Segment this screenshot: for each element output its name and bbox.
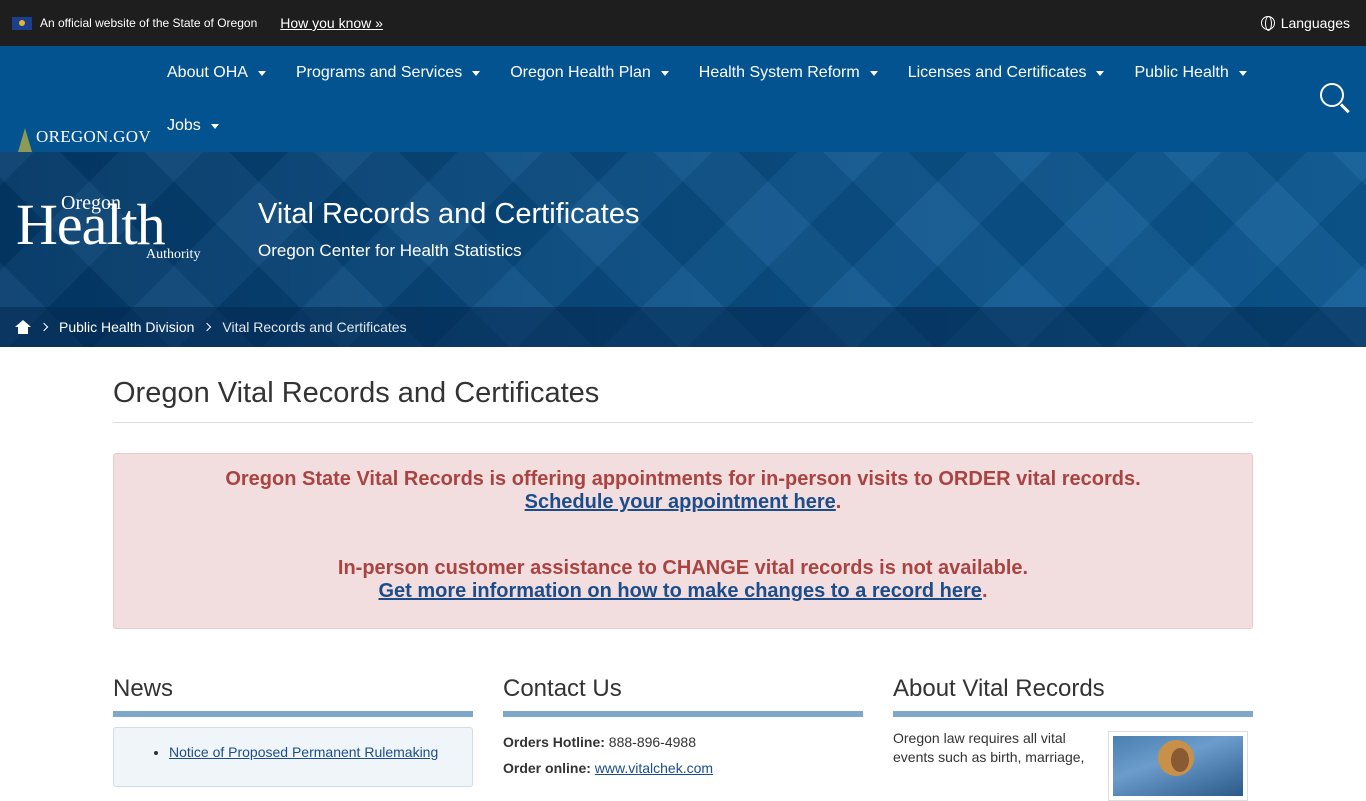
alert-link-row-2: Get more information on how to make chan… <box>134 580 1232 603</box>
change-record-info-link[interactable]: Get more information on how to make chan… <box>378 580 981 602</box>
nav-item-about-oha[interactable]: About OHA <box>152 46 281 99</box>
period: . <box>835 491 842 513</box>
oregon-gov-logo-text: OREGON.GOV <box>36 127 151 146</box>
main-navigation: OREGON.GOV About OHA Programs and Servic… <box>0 46 1366 158</box>
about-column: About Vital Records Oregon law requires … <box>893 675 1253 801</box>
nav-item-licenses-and-certificates[interactable]: Licenses and Certificates <box>893 46 1120 99</box>
page-banner: Oregon Health Authority Vital Records an… <box>0 152 1366 347</box>
search-icon-handle <box>1340 103 1350 114</box>
nav-menu: About OHA Programs and Services Oregon H… <box>152 46 1272 152</box>
orders-hotline-row: Orders Hotline: 888-896-4988 <box>503 729 863 755</box>
official-text: An official website of the State of Oreg… <box>40 16 258 30</box>
nav-item-label: Health System Reform <box>698 63 860 81</box>
about-photo <box>1108 731 1248 801</box>
nav-item-public-health[interactable]: Public Health <box>1119 46 1261 99</box>
nav-item-label: Jobs <box>167 116 201 134</box>
caret-down-icon <box>472 71 481 76</box>
home-icon[interactable] <box>15 320 31 334</box>
chevron-right-icon <box>39 322 49 332</box>
nav-item-label: About OHA <box>167 63 248 81</box>
official-banner: An official website of the State of Oreg… <box>0 0 1366 46</box>
news-list-box: Notice of Proposed Permanent Rulemaking <box>113 727 473 787</box>
globe-icon <box>1260 16 1275 31</box>
list-item: Notice of Proposed Permanent Rulemaking <box>169 744 456 760</box>
person-photo <box>1113 736 1243 796</box>
contact-details: Orders Hotline: 888-896-4988 Order onlin… <box>503 729 863 781</box>
about-heading: About Vital Records <box>893 675 1253 717</box>
order-online-row: Order online: www.vitalchek.com <box>503 755 863 781</box>
logo-health-text: Health <box>16 192 166 257</box>
nav-item-label: Public Health <box>1134 63 1229 81</box>
banner-title: Vital Records and Certificates <box>258 198 640 230</box>
alert-line-change: In-person customer assistance to CHANGE … <box>337 557 1029 579</box>
news-list: Notice of Proposed Permanent Rulemaking <box>169 744 456 760</box>
nav-item-label: Licenses and Certificates <box>907 63 1087 81</box>
alert-link-row-1: Schedule your appointment here. <box>134 491 1232 514</box>
logo-authority-text: Authority <box>146 247 201 262</box>
alert-box: Oregon State Vital Records is offering a… <box>113 453 1253 629</box>
breadcrumb: Public Health Division Vital Records and… <box>0 307 1366 347</box>
oregon-flag-icon <box>12 16 32 30</box>
caret-down-icon <box>257 71 266 76</box>
news-column: News Notice of Proposed Permanent Rulema… <box>113 675 473 787</box>
vitalchek-link[interactable]: www.vitalchek.com <box>595 760 713 776</box>
page-title: Oregon Vital Records and Certificates <box>113 347 1253 423</box>
official-notice: An official website of the State of Oreg… <box>12 15 383 31</box>
caret-down-icon <box>1096 71 1105 76</box>
nav-item-label: Oregon Health Plan <box>510 63 651 81</box>
languages-button[interactable]: Languages <box>1260 15 1350 31</box>
breadcrumb-public-health-division[interactable]: Public Health Division <box>59 319 194 335</box>
breadcrumb-current: Vital Records and Certificates <box>222 319 407 335</box>
main-content: Oregon Vital Records and Certificates Or… <box>113 347 1253 801</box>
schedule-appointment-link[interactable]: Schedule your appointment here <box>525 491 836 513</box>
caret-down-icon <box>869 71 878 76</box>
contact-heading: Contact Us <box>503 675 863 717</box>
contact-column: Contact Us Orders Hotline: 888-896-4988 … <box>503 675 863 787</box>
hotline-label: Orders Hotline: <box>503 734 605 750</box>
alert-line-order: Oregon State Vital Records is offering a… <box>225 468 1141 490</box>
news-link[interactable]: Notice of Proposed Permanent Rulemaking <box>169 744 438 760</box>
info-columns: News Notice of Proposed Permanent Rulema… <box>113 675 1253 801</box>
nav-item-jobs[interactable]: Jobs <box>152 99 234 152</box>
about-body: Oregon law requires all vital events suc… <box>893 729 1253 801</box>
about-text: Oregon law requires all vital events suc… <box>893 730 1085 765</box>
nav-item-health-system-reform[interactable]: Health System Reform <box>684 46 893 99</box>
order-online-label: Order online: <box>503 760 591 776</box>
oregon-health-authority-logo[interactable]: Oregon Health Authority <box>16 192 216 268</box>
chevron-right-icon <box>203 322 212 332</box>
search-button[interactable] <box>1320 83 1352 115</box>
nav-item-oregon-health-plan[interactable]: Oregon Health Plan <box>495 46 684 99</box>
languages-label: Languages <box>1280 15 1350 31</box>
hotline-value: 888-896-4988 <box>608 734 696 750</box>
banner-subtitle: Oregon Center for Health Statistics <box>258 241 522 260</box>
caret-down-icon <box>210 124 219 129</box>
nav-item-programs-and-services[interactable]: Programs and Services <box>281 46 495 99</box>
news-heading: News <box>113 675 473 717</box>
how-you-know-link[interactable]: How you know » <box>280 15 383 31</box>
caret-down-icon <box>660 71 669 76</box>
caret-down-icon <box>1238 71 1247 76</box>
period: . <box>981 580 988 602</box>
nav-item-label: Programs and Services <box>295 63 463 81</box>
